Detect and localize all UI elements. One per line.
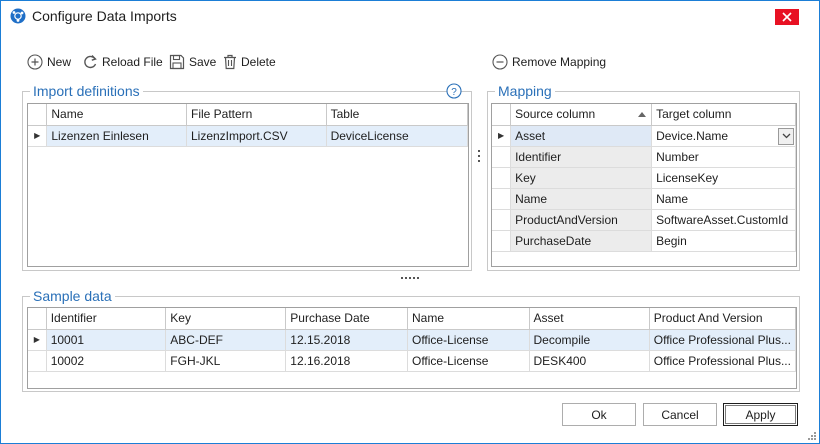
horizontal-splitter-handle[interactable] [401,277,421,279]
table-cell[interactable]: Office-License [407,329,530,351]
window-title: Configure Data Imports [32,8,177,24]
remove-mapping-label: Remove Mapping [512,55,607,69]
row-indicator-header [28,104,48,126]
mapping-title: Mapping [495,83,555,99]
table-cell[interactable]: DESK400 [529,350,650,372]
table-cell[interactable]: Asset [510,125,653,147]
trash-icon [224,54,236,70]
column-header-target-column[interactable]: Target column [651,104,796,126]
table-row[interactable]: ProductAndVersion SoftwareAsset.CustomId [492,209,796,231]
remove-mapping-button[interactable]: Remove Mapping [492,52,606,72]
column-header-file-pattern[interactable]: File Pattern [186,104,327,126]
apply-button[interactable]: Apply [723,403,798,426]
table-row[interactable]: Name Name [492,188,796,210]
row-indicator-header [28,308,47,330]
table-row[interactable]: PurchaseDate Begin [492,230,796,252]
dropdown-button[interactable] [778,127,794,145]
table-cell[interactable]: Office Professional Plus... [649,329,796,351]
table-cell[interactable]: Office-License [407,350,530,372]
import-definitions-header: Name File Pattern Table [28,104,468,126]
target-column-dropdown[interactable]: Device.Name [651,125,796,147]
import-definitions-grid[interactable]: Name File Pattern Table ▶ Lizenzen Einle… [27,103,469,267]
table-cell[interactable]: PurchaseDate [510,230,653,252]
plus-circle-icon [27,54,43,70]
table-cell[interactable]: ProductAndVersion [510,209,653,231]
table-cell[interactable]: ABC-DEF [165,329,287,351]
reload-file-label: Reload File [102,55,163,69]
table-cell[interactable]: Identifier [510,146,653,168]
cancel-button[interactable]: Cancel [643,403,717,426]
close-button[interactable] [775,9,799,25]
table-cell[interactable]: Number [651,146,796,168]
table-cell[interactable]: 12.15.2018 [285,329,408,351]
column-header-key[interactable]: Key [165,308,287,330]
delete-button[interactable]: Delete [223,52,276,72]
column-header-identifier[interactable]: Identifier [46,308,167,330]
reload-file-button[interactable]: Reload File [83,52,163,72]
table-cell[interactable]: Begin [651,230,796,252]
save-button[interactable]: Save [169,52,216,72]
save-label: Save [189,55,217,69]
table-row[interactable]: Key LicenseKey [492,167,796,189]
table-row[interactable]: ▶ Asset Device.Name [492,125,796,147]
close-icon [782,12,792,22]
app-globe-icon [10,8,26,24]
table-cell[interactable]: Office Professional Plus... [649,350,796,372]
minus-circle-icon [492,54,508,70]
table-cell[interactable]: Decompile [529,329,650,351]
table-row[interactable]: ▶ Lizenzen Einlesen LizenzImport.CSV Dev… [28,125,468,147]
sample-data-title: Sample data [30,288,115,304]
table-cell[interactable]: Name [510,188,653,210]
sample-data-grid[interactable]: Identifier Key Purchase Date Name Asset … [27,307,797,389]
floppy-disk-icon [169,54,185,70]
chevron-down-icon [782,133,790,139]
column-header-product-and-version[interactable]: Product And Version [649,308,796,330]
title-bar: Configure Data Imports [1,1,819,32]
table-cell[interactable]: DeviceLicense [326,125,468,147]
resize-grip-icon[interactable] [807,431,817,441]
column-header-source-column[interactable]: Source column [510,104,653,126]
configure-data-imports-window: Configure Data Imports New Reload File S… [0,0,820,444]
table-cell[interactable]: FGH-JKL [165,350,287,372]
mapping-grid[interactable]: Source column Target column ▶ Asset Devi… [491,103,797,267]
vertical-splitter-handle[interactable] [477,149,481,165]
source-column-label: Source column [515,107,596,122]
table-cell[interactable]: 12.16.2018 [285,350,408,372]
new-button[interactable]: New [27,52,71,72]
column-header-name[interactable]: Name [46,104,187,126]
table-cell[interactable]: 10001 [46,329,167,351]
new-label: New [47,55,72,69]
table-cell[interactable]: SoftwareAsset.CustomId [651,209,796,231]
refresh-icon [84,55,97,69]
table-cell[interactable]: Key [510,167,653,189]
svg-text:?: ? [451,87,457,98]
import-definitions-title: Import definitions [30,83,143,99]
current-row-indicator-icon: ▶ [28,125,48,147]
table-cell[interactable]: Lizenzen Einlesen [46,125,187,147]
sort-ascending-icon [638,112,647,117]
table-row[interactable]: 10002 FGH-JKL 12.16.2018 Office-License … [28,350,796,372]
table-cell[interactable]: 10002 [46,350,167,372]
delete-label: Delete [241,55,276,69]
column-header-table[interactable]: Table [326,104,468,126]
table-row[interactable]: Identifier Number [492,146,796,168]
column-header-name[interactable]: Name [407,308,530,330]
current-row-indicator-icon: ▶ [492,125,512,147]
current-row-indicator-icon: ▶ [28,329,47,351]
mapping-header: Source column Target column [492,104,796,126]
target-column-value: Device.Name [656,128,729,143]
sample-data-header: Identifier Key Purchase Date Name Asset … [28,308,796,330]
row-indicator-header [492,104,512,126]
table-cell[interactable]: LicenseKey [651,167,796,189]
column-header-asset[interactable]: Asset [529,308,650,330]
help-icon[interactable]: ? [446,83,462,99]
table-cell[interactable]: Name [651,188,796,210]
table-row[interactable]: ▶ 10001 ABC-DEF 12.15.2018 Office-Licens… [28,329,796,351]
table-cell[interactable]: LizenzImport.CSV [186,125,327,147]
column-header-purchase-date[interactable]: Purchase Date [285,308,408,330]
ok-button[interactable]: Ok [562,403,636,426]
